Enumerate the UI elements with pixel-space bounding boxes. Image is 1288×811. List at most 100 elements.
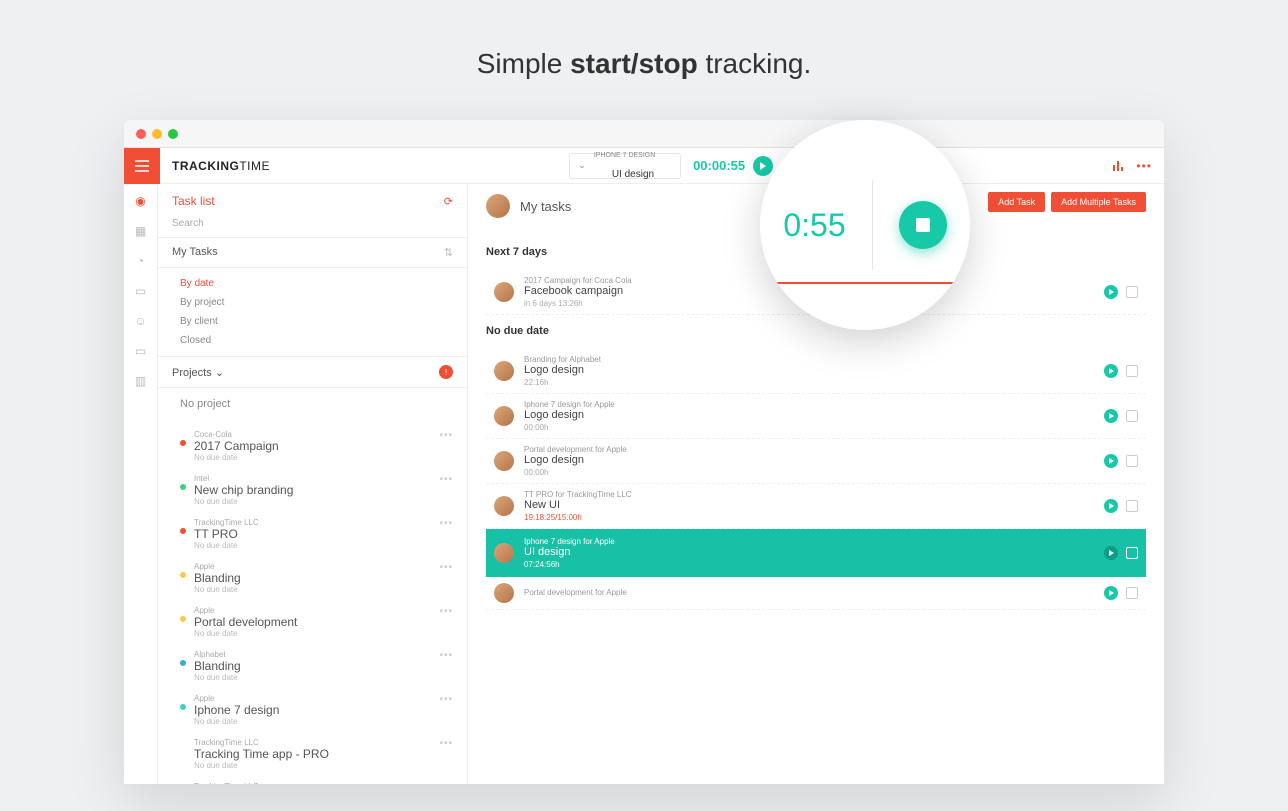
refresh-icon[interactable]: ⟳ — [444, 195, 453, 208]
task-checkbox[interactable] — [1126, 547, 1138, 559]
task-play-button[interactable] — [1104, 499, 1118, 513]
rail-reports-icon[interactable]: ▥ — [134, 374, 148, 388]
zoom-callout: 0:55 — [760, 120, 970, 330]
window-close-icon[interactable] — [136, 129, 146, 139]
task-meta: 22:16h — [524, 378, 1094, 387]
timer-play-button[interactable] — [753, 156, 773, 176]
project-item[interactable]: AppleBlandingNo due date••• — [158, 556, 467, 600]
project-more-icon[interactable]: ••• — [439, 430, 453, 441]
rail-calendar-icon[interactable]: ▭ — [134, 284, 148, 298]
project-client: TrackingTime LLC — [194, 782, 331, 784]
project-more-icon[interactable]: ••• — [439, 474, 453, 485]
task-play-button[interactable] — [1104, 409, 1118, 423]
project-more-icon[interactable]: ••• — [439, 518, 453, 529]
rail-clock-icon[interactable]: ◔ — [134, 254, 148, 268]
project-name: TT PRO — [194, 527, 259, 541]
projects-badge: ! — [439, 365, 453, 379]
task-client: Portal development for Apple — [524, 445, 1094, 454]
task-client: Portal development for Apple — [524, 588, 1094, 597]
project-name: Tracking Time app - PRO — [194, 747, 329, 761]
task-play-button[interactable] — [1104, 546, 1118, 560]
project-color-dot — [180, 572, 186, 578]
main-title: My tasks — [520, 199, 571, 214]
project-more-icon[interactable]: ••• — [439, 738, 453, 749]
window-minimize-icon[interactable] — [152, 129, 162, 139]
task-checkbox[interactable] — [1126, 587, 1138, 599]
current-task-name: UI design — [594, 159, 672, 180]
project-client: TrackingTime LLC — [194, 518, 259, 527]
task-row[interactable]: Portal development for AppleLogo design0… — [486, 439, 1146, 484]
task-checkbox[interactable] — [1126, 500, 1138, 512]
sidebar-filter-item[interactable]: By date — [180, 274, 453, 293]
project-more-icon[interactable]: ••• — [439, 694, 453, 705]
task-name: Logo design — [524, 409, 1094, 421]
task-checkbox[interactable] — [1126, 365, 1138, 377]
project-client: Apple — [194, 694, 279, 703]
task-avatar — [494, 361, 514, 381]
rail-doc-icon[interactable]: ▭ — [134, 344, 148, 358]
rail-user-icon[interactable]: ☺ — [134, 314, 148, 328]
project-more-icon[interactable]: ••• — [439, 606, 453, 617]
stop-button[interactable] — [899, 201, 947, 249]
filter-icon[interactable]: ⇅ — [444, 246, 453, 259]
project-more-icon[interactable]: ••• — [439, 650, 453, 661]
project-client: Apple — [194, 606, 297, 615]
window-zoom-icon[interactable] — [168, 129, 178, 139]
project-more-icon[interactable]: ••• — [439, 782, 453, 784]
project-name: 2017 Campaign — [194, 439, 279, 453]
project-due: No due date — [194, 497, 293, 506]
rail-dashboard-icon[interactable]: ▦ — [134, 224, 148, 238]
task-play-button[interactable] — [1104, 586, 1118, 600]
more-icon[interactable]: ••• — [1136, 159, 1152, 173]
add-multiple-tasks-button[interactable]: Add Multiple Tasks — [1051, 192, 1146, 212]
sidebar-my-tasks[interactable]: My Tasks ⇅ — [158, 238, 467, 268]
project-color-dot — [180, 704, 186, 710]
project-item[interactable]: AlphabetBlandingNo due date••• — [158, 644, 467, 688]
stop-icon — [916, 218, 930, 232]
project-item[interactable]: ApplePortal developmentNo due date••• — [158, 600, 467, 644]
chevron-down-icon: ⌄ — [215, 367, 224, 379]
icon-rail: ◉ ▦ ◔ ▭ ☺ ▭ ▥ — [124, 184, 158, 784]
project-item[interactable]: IntelNew chip brandingNo due date••• — [158, 468, 467, 512]
task-avatar — [494, 543, 514, 563]
no-project-item[interactable]: No project — [158, 388, 467, 420]
project-due: No due date — [194, 761, 329, 770]
task-name: UI design — [524, 546, 1094, 558]
task-row[interactable]: Branding for AlphabetLogo design22:16h — [486, 349, 1146, 394]
task-row[interactable]: TT PRO for TrackingTime LLCNew UI19:18:2… — [486, 484, 1146, 529]
task-checkbox[interactable] — [1126, 410, 1138, 422]
current-task-client: IPHONE 7 DESIGN — [594, 152, 672, 159]
task-row[interactable]: Portal development for Apple — [486, 577, 1146, 610]
task-play-button[interactable] — [1104, 285, 1118, 299]
sidebar-filter-item[interactable]: By project — [180, 293, 453, 312]
zoom-timer: 0:55 — [783, 207, 845, 244]
menu-button[interactable] — [124, 148, 160, 184]
rail-timer-icon[interactable]: ◉ — [134, 194, 148, 208]
project-item[interactable]: AppleIphone 7 designNo due date••• — [158, 688, 467, 732]
current-task-selector[interactable]: ⌄ IPHONE 7 DESIGN UI design — [569, 153, 681, 179]
search-input[interactable]: Search — [158, 214, 467, 238]
task-checkbox[interactable] — [1126, 286, 1138, 298]
sidebar-filter-item[interactable]: Closed — [180, 331, 453, 350]
sidebar-task-list-header: Task list ⟳ — [158, 184, 467, 214]
task-play-button[interactable] — [1104, 454, 1118, 468]
task-name: Logo design — [524, 364, 1094, 376]
task-checkbox[interactable] — [1126, 455, 1138, 467]
reports-icon[interactable] — [1112, 159, 1126, 173]
project-item[interactable]: Coca-Cola2017 CampaignNo due date••• — [158, 424, 467, 468]
task-meta: 00:00h — [524, 468, 1094, 477]
project-item[interactable]: TrackingTime LLCTrackingTime integration… — [158, 776, 467, 784]
project-item[interactable]: TrackingTime LLCTracking Time app - PRON… — [158, 732, 467, 776]
user-avatar — [486, 194, 510, 218]
task-row[interactable]: Iphone 7 design for AppleUI design07:24:… — [486, 529, 1146, 577]
toolbar: TRACKINGTIME ⌄ IPHONE 7 DESIGN UI design… — [124, 148, 1164, 184]
task-row[interactable]: Iphone 7 design for AppleLogo design00:0… — [486, 394, 1146, 439]
add-task-button[interactable]: Add Task — [988, 192, 1045, 212]
sidebar-projects-header[interactable]: Projects ⌄ ! — [158, 357, 467, 388]
task-play-button[interactable] — [1104, 364, 1118, 378]
sidebar-filter-item[interactable]: By client — [180, 312, 453, 331]
project-more-icon[interactable]: ••• — [439, 562, 453, 573]
project-name: New chip branding — [194, 483, 293, 497]
project-client: TrackingTime LLC — [194, 738, 329, 747]
project-item[interactable]: TrackingTime LLCTT PRONo due date••• — [158, 512, 467, 556]
